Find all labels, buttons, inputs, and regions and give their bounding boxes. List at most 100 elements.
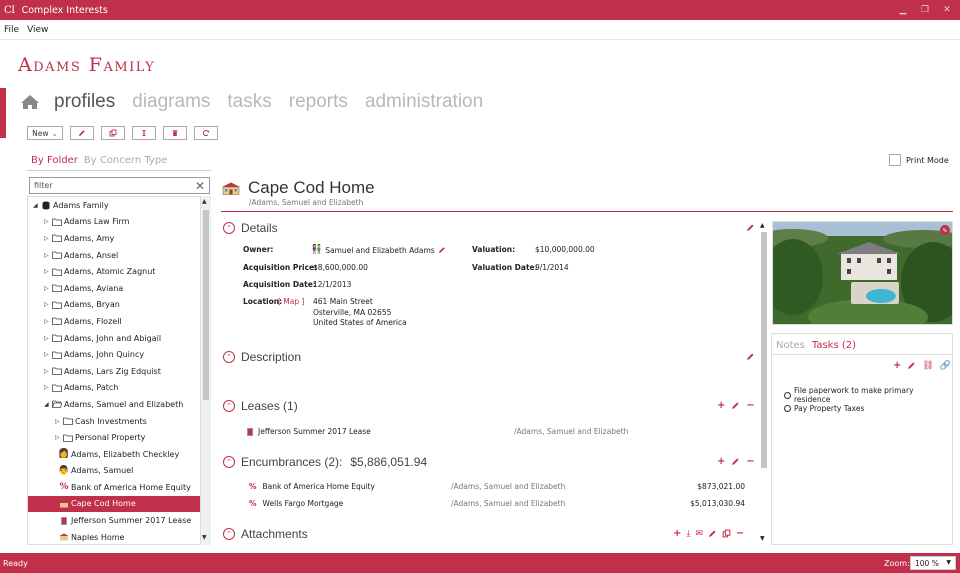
tree-item[interactable]: 👩 Adams, Elizabeth Checkley	[28, 446, 200, 463]
pencil-icon[interactable]	[907, 361, 916, 370]
tree-item[interactable]: ▷ Adams, Atomic Zagnut	[28, 263, 200, 280]
collapsed-arrow-icon[interactable]: ▷	[44, 318, 52, 325]
info-button[interactable]	[132, 126, 156, 140]
collapsed-arrow-icon[interactable]: ▷	[44, 368, 52, 375]
collapsed-arrow-icon[interactable]: ▷	[55, 418, 63, 425]
collapsed-arrow-icon[interactable]: ▷	[44, 218, 52, 225]
tab-notes[interactable]: Notes	[776, 340, 805, 351]
pencil-icon[interactable]	[731, 457, 740, 466]
map-link[interactable]: [ Map ]	[278, 297, 304, 306]
collapse-icon[interactable]: ⌃	[223, 456, 235, 468]
expanded-arrow-icon[interactable]: ◢	[44, 401, 52, 408]
tree-item[interactable]: % Bank of America Home Equity	[28, 479, 200, 496]
collapse-icon[interactable]: ⌃	[223, 400, 235, 412]
tree-item[interactable]: ▷ Adams, John Quincy	[28, 346, 200, 363]
tree-item[interactable]: ▷ Adams, John and Abigail	[28, 330, 200, 347]
description-section-header[interactable]: ⌃ Description	[223, 350, 301, 364]
encumbrance-row[interactable]: % Wells Fargo Mortgage	[249, 499, 343, 508]
scroll-down-icon[interactable]: ▼	[760, 535, 765, 542]
task-item[interactable]: File paperwork to make primary residence	[784, 386, 952, 404]
tab-profiles[interactable]: profiles	[54, 91, 115, 113]
add-icon[interactable]: +	[673, 528, 681, 539]
refresh-button[interactable]	[194, 126, 218, 140]
scroll-down-icon[interactable]: ▼	[202, 534, 207, 541]
tab-tasks[interactable]: tasks	[227, 91, 271, 113]
collapse-icon[interactable]: ⌃	[223, 528, 235, 540]
encumbrances-section-header[interactable]: ⌃ Encumbrances (2): $5,886,051.94	[223, 455, 427, 469]
remove-icon[interactable]: −	[746, 456, 754, 467]
tree-item[interactable]: ◢ Adams, Samuel and Elizabeth	[28, 396, 200, 413]
delete-button[interactable]	[163, 126, 187, 140]
scroll-up-icon[interactable]: ▲	[202, 198, 207, 205]
collapsed-arrow-icon[interactable]: ▷	[44, 235, 52, 242]
collapsed-arrow-icon[interactable]: ▷	[44, 384, 52, 391]
filter-input[interactable]: filter ✕	[29, 177, 210, 194]
menu-file[interactable]: File	[4, 25, 19, 35]
task-checkbox[interactable]	[784, 391, 791, 399]
collapsed-arrow-icon[interactable]: ▷	[44, 301, 52, 308]
attachments-section-header[interactable]: ⌃ Attachments	[223, 527, 308, 541]
task-checkbox[interactable]	[784, 405, 791, 412]
add-icon[interactable]: +	[893, 360, 901, 371]
home-icon[interactable]	[20, 94, 40, 110]
link-icon[interactable]: 🔗	[940, 361, 951, 371]
scroll-thumb[interactable]	[761, 232, 767, 468]
tree-item[interactable]: Cape Cod Home	[28, 495, 200, 513]
encumbrance-row[interactable]: % Bank of America Home Equity	[249, 482, 375, 491]
collapsed-arrow-icon[interactable]: ▷	[44, 351, 52, 358]
pencil-icon[interactable]	[746, 352, 755, 361]
tab-by-concern-type[interactable]: By Concern Type	[84, 155, 167, 166]
collapse-icon[interactable]: ⌃	[223, 222, 235, 234]
owner-value[interactable]: Samuel and Elizabeth Adams	[325, 246, 434, 255]
tree-item[interactable]: Jefferson Summer 2017 Lease	[28, 512, 200, 529]
collapse-icon[interactable]: ⌃	[223, 351, 235, 363]
copy-icon[interactable]	[722, 529, 731, 538]
tree-item[interactable]: 👨 Adams, Samuel	[28, 463, 200, 480]
tab-reports[interactable]: reports	[289, 91, 348, 113]
tree-item[interactable]: ▷ Adams Law Firm	[28, 214, 200, 231]
scroll-thumb[interactable]	[203, 210, 209, 400]
tree-item[interactable]: ▷ Adams, Ansel	[28, 247, 200, 264]
tree-item[interactable]: ▷ Cash Investments	[28, 413, 200, 430]
tree-item[interactable]: Naples Home	[28, 529, 200, 544]
remove-icon[interactable]: −	[746, 400, 754, 411]
add-icon[interactable]: +	[717, 400, 725, 411]
pencil-icon[interactable]	[746, 223, 755, 232]
tree-item[interactable]: ▷ Adams, Lars Zig Edquist	[28, 363, 200, 380]
leases-section-header[interactable]: ⌃ Leases (1)	[223, 399, 298, 413]
add-icon[interactable]: +	[717, 456, 725, 467]
scroll-up-icon[interactable]: ▲	[760, 222, 765, 229]
collapsed-arrow-icon[interactable]: ▷	[55, 434, 63, 441]
copy-button[interactable]	[101, 126, 125, 140]
remove-icon[interactable]: −	[736, 528, 744, 539]
menu-view[interactable]: View	[27, 25, 48, 35]
minimize-icon[interactable]: ▁	[893, 0, 913, 20]
download-icon[interactable]: ⤓	[686, 529, 690, 539]
close-icon[interactable]: ✕	[937, 0, 957, 20]
unlink-icon[interactable]: ⛓	[922, 361, 933, 371]
expanded-arrow-icon[interactable]: ◢	[33, 202, 41, 209]
pencil-icon[interactable]	[708, 529, 717, 538]
clear-filter-icon[interactable]: ✕	[195, 179, 205, 193]
print-mode-checkbox[interactable]	[889, 154, 901, 166]
tree-item[interactable]: ▷ Adams, Aviana	[28, 280, 200, 297]
tree-item[interactable]: ▷ Adams, Amy	[28, 230, 200, 247]
tree-item[interactable]: ▷ Adams, Patch	[28, 380, 200, 397]
tab-administration[interactable]: administration	[365, 91, 483, 113]
collapsed-arrow-icon[interactable]: ▷	[44, 252, 52, 259]
collapsed-arrow-icon[interactable]: ▷	[44, 285, 52, 292]
collapsed-arrow-icon[interactable]: ▷	[44, 268, 52, 275]
lease-row[interactable]: Jefferson Summer 2017 Lease	[247, 427, 371, 436]
zoom-select[interactable]: 100 % ▼	[910, 556, 956, 570]
tab-diagrams[interactable]: diagrams	[132, 91, 210, 113]
task-item[interactable]: Pay Property Taxes	[784, 404, 864, 413]
print-mode-toggle[interactable]: Print Mode	[889, 154, 949, 166]
tree-item[interactable]: ▷ Adams, Bryan	[28, 297, 200, 314]
restore-icon[interactable]: ❐	[915, 0, 935, 20]
content-scrollbar[interactable]: ▲ ▼	[760, 222, 768, 544]
pencil-icon[interactable]	[731, 401, 740, 410]
collapsed-arrow-icon[interactable]: ▷	[44, 335, 52, 342]
tab-tasks[interactable]: Tasks (2)	[812, 340, 856, 351]
tree-item[interactable]: ◢ Adams Family	[28, 197, 200, 214]
new-button[interactable]: New ⌄	[27, 126, 63, 140]
